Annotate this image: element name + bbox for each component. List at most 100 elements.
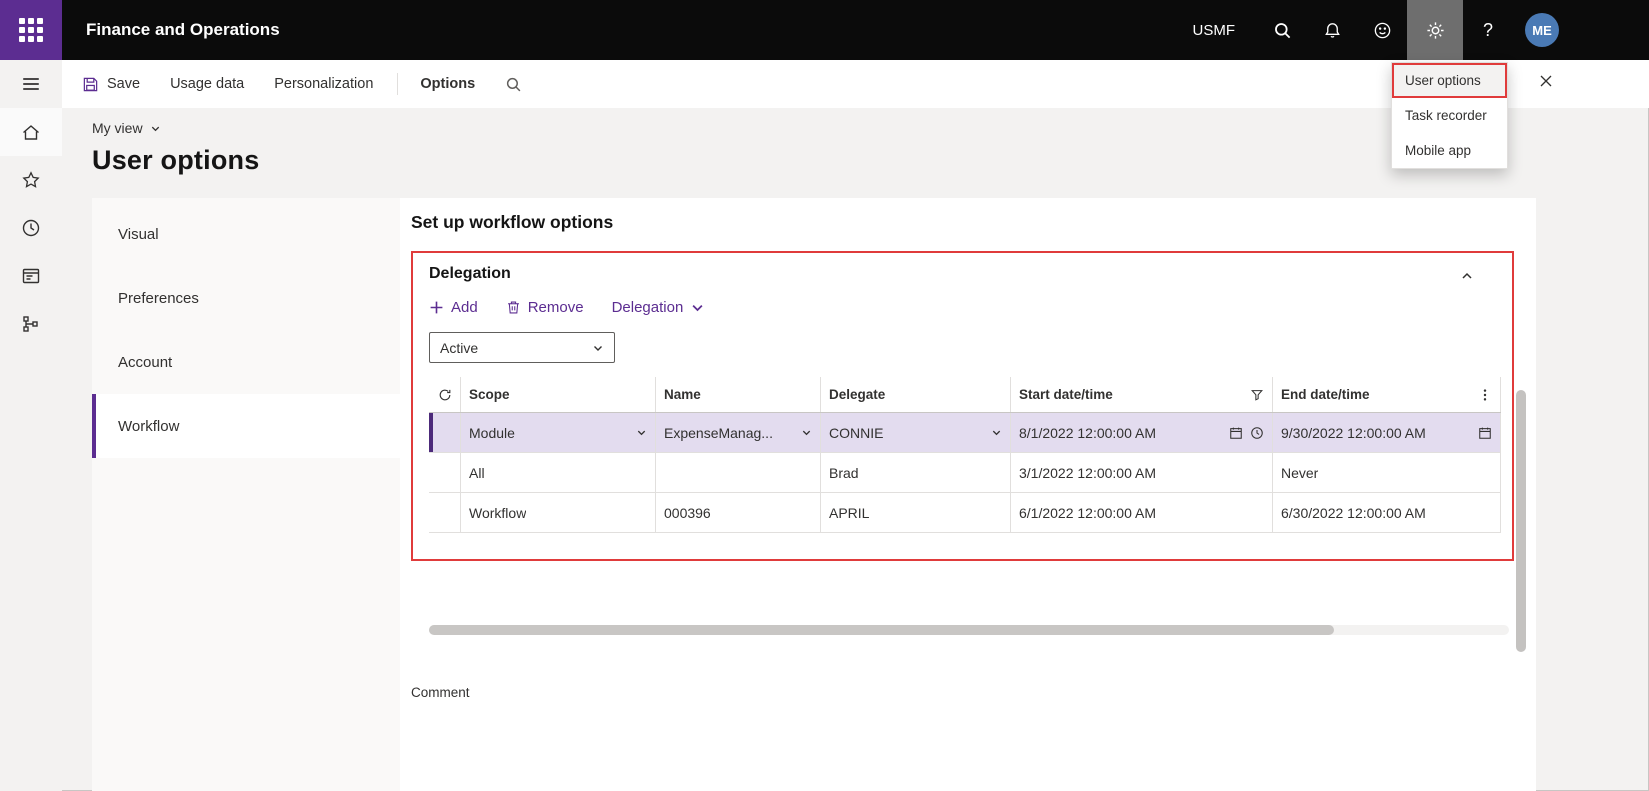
sidebar-item-workspaces[interactable]	[0, 252, 62, 300]
refresh-icon	[439, 389, 450, 400]
filter-button[interactable]	[1244, 388, 1264, 402]
scope-value: All	[469, 464, 485, 481]
delegate-cell[interactable]: CONNIE	[821, 413, 1011, 452]
scope-cell[interactable]: All	[461, 453, 656, 492]
end-date-cell[interactable]: Never	[1273, 453, 1501, 492]
expand-navigation-button[interactable]	[0, 60, 62, 108]
trash-icon	[507, 301, 519, 314]
sidebar-item-home[interactable]	[0, 108, 62, 156]
row-selector-cell[interactable]	[429, 493, 461, 532]
plus-icon	[430, 301, 443, 314]
add-label: Add	[451, 299, 478, 316]
start-date-cell[interactable]: 3/1/2022 12:00:00 AM	[1011, 453, 1273, 492]
bell-icon	[1324, 22, 1340, 38]
action-search-button[interactable]	[505, 76, 522, 93]
notifications-button[interactable]	[1307, 0, 1357, 60]
scope-column-label: Scope	[469, 387, 510, 402]
tab-account-label: Account	[118, 353, 173, 371]
start-date-value: 6/1/2022 12:00:00 AM	[1019, 504, 1156, 521]
kebab-icon	[1483, 388, 1487, 401]
delegate-value: CONNIE	[829, 424, 884, 441]
chevron-up-icon	[1462, 272, 1472, 279]
view-selector[interactable]: My view	[92, 120, 161, 136]
table-row[interactable]: All Brad 3/1/2022 12:00:00 AM Never	[429, 453, 1501, 493]
feedback-button[interactable]	[1357, 0, 1407, 60]
name-cell[interactable]: 000396	[656, 493, 821, 532]
close-button[interactable]	[1539, 74, 1553, 88]
app-launcher-button[interactable]	[0, 0, 62, 60]
company-selector[interactable]: USMF	[1171, 0, 1258, 60]
workspace-icon	[22, 268, 40, 284]
personalization-button[interactable]: Personalization	[274, 76, 373, 92]
tab-visual[interactable]: Visual	[92, 202, 400, 266]
refresh-button[interactable]	[429, 377, 461, 412]
column-header-scope[interactable]: Scope	[461, 377, 656, 412]
calendar-icon[interactable]	[1478, 426, 1492, 440]
column-header-start[interactable]: Start date/time	[1011, 377, 1273, 412]
table-row[interactable]: Workflow 000396 APRIL 6/1/2022 12:00:00 …	[429, 493, 1501, 533]
app-title[interactable]: Finance and Operations	[62, 0, 304, 60]
end-date-cell[interactable]: 9/30/2022 12:00:00 AM	[1273, 413, 1501, 452]
remove-button[interactable]: Remove	[506, 299, 584, 316]
tab-workflow-label: Workflow	[118, 417, 180, 435]
start-date-cell[interactable]: 6/1/2022 12:00:00 AM	[1011, 493, 1273, 532]
hierarchy-icon	[23, 316, 38, 332]
tab-visual-label: Visual	[118, 225, 159, 243]
delegate-cell[interactable]: Brad	[821, 453, 1011, 492]
tab-workflow[interactable]: Workflow	[92, 394, 400, 458]
menu-item-user-options[interactable]: User options	[1392, 63, 1507, 98]
sidebar-item-favorites[interactable]	[0, 156, 62, 204]
row-selector-cell[interactable]	[429, 453, 461, 492]
horizontal-scrollbar-thumb[interactable]	[429, 625, 1334, 635]
tab-account[interactable]: Account	[92, 330, 400, 394]
delegate-cell[interactable]: APRIL	[821, 493, 1011, 532]
collapse-section-button[interactable]	[1460, 265, 1496, 283]
status-filter-value: Active	[440, 339, 479, 356]
end-column-label: End date/time	[1281, 387, 1370, 402]
status-filter-select[interactable]: Active	[429, 332, 615, 363]
section-heading: Set up workflow options	[411, 212, 614, 232]
settings-menu: User options Task recorder Mobile app	[1391, 62, 1508, 169]
column-header-delegate[interactable]: Delegate	[821, 377, 1011, 412]
column-header-name[interactable]: Name	[656, 377, 821, 412]
start-date-value: 3/1/2022 12:00:00 AM	[1019, 464, 1156, 481]
horizontal-scrollbar[interactable]	[429, 625, 1509, 635]
view-selector-label: My view	[92, 120, 143, 136]
help-button[interactable]: ?	[1463, 0, 1513, 60]
calendar-icon[interactable]	[1229, 426, 1243, 440]
search-button[interactable]	[1257, 0, 1307, 60]
funnel-icon	[1251, 389, 1263, 401]
sidebar-item-recent[interactable]	[0, 204, 62, 252]
name-cell[interactable]	[656, 453, 821, 492]
start-date-cell[interactable]: 8/1/2022 12:00:00 AM	[1011, 413, 1273, 452]
row-selector-cell[interactable]	[429, 413, 461, 452]
chevron-down-icon	[692, 305, 703, 312]
avatar[interactable]: ME	[1525, 13, 1559, 47]
delegation-section: Delegation Add Remove Delegation Active …	[411, 251, 1514, 561]
delegation-group-header: Delegation	[429, 265, 1496, 283]
usage-data-button[interactable]: Usage data	[170, 76, 244, 92]
name-cell[interactable]: ExpenseManag...	[656, 413, 821, 452]
column-header-end[interactable]: End date/time	[1273, 377, 1501, 412]
menu-item-task-recorder[interactable]: Task recorder	[1392, 98, 1507, 133]
sidebar-item-modules[interactable]	[0, 300, 62, 348]
save-button[interactable]: Save	[82, 76, 140, 93]
menu-item-mobile-app[interactable]: Mobile app	[1392, 133, 1507, 168]
table-row-selected[interactable]: Module ExpenseManag... CONNIE 8/1/2022 1…	[429, 413, 1501, 453]
scope-cell[interactable]: Workflow	[461, 493, 656, 532]
scope-cell[interactable]: Module	[461, 413, 656, 452]
grid-options-button[interactable]	[1472, 388, 1492, 402]
delegation-title: Delegation	[429, 265, 511, 282]
tab-preferences[interactable]: Preferences	[92, 266, 400, 330]
chevron-down-icon	[992, 430, 1001, 436]
vertical-scrollbar[interactable]	[1516, 390, 1526, 652]
end-date-value: Never	[1281, 464, 1319, 481]
options-tab[interactable]: Options	[420, 76, 475, 92]
add-button[interactable]: Add	[429, 299, 478, 316]
user-options-panel: Visual Preferences Account Workflow Set …	[92, 198, 1536, 791]
question-mark-icon: ?	[1482, 19, 1493, 40]
settings-button[interactable]	[1407, 0, 1463, 60]
end-date-cell[interactable]: 6/30/2022 12:00:00 AM	[1273, 493, 1501, 532]
time-picker-icon[interactable]	[1250, 426, 1264, 440]
delegation-menu-button[interactable]: Delegation	[612, 299, 706, 316]
